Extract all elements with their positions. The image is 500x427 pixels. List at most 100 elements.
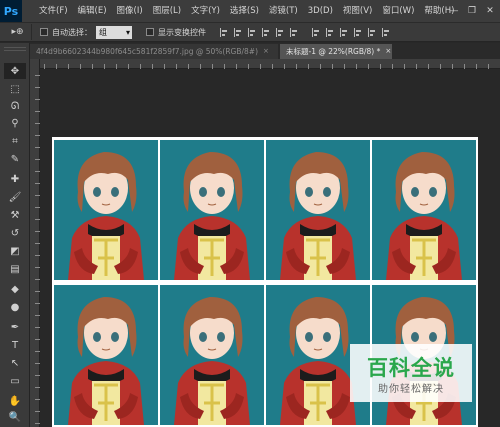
menu-item[interactable]: 图像(I) [112, 0, 148, 22]
ruler-tick [80, 64, 81, 69]
quick-select-tool-icon[interactable]: ⚲ [4, 115, 26, 131]
history-brush-tool-icon[interactable]: ↺ [4, 225, 26, 241]
marquee-tool-icon[interactable]: ⬚ [4, 81, 26, 97]
distribute-left-icon[interactable] [354, 27, 363, 37]
dodge-tool-icon[interactable]: ● [4, 299, 26, 315]
ruler-tick [380, 64, 381, 69]
menu-item[interactable]: 文字(Y) [186, 0, 225, 22]
auto-select-dropdown[interactable]: 组 [96, 25, 132, 39]
ruler-tick [356, 64, 357, 69]
ruler-tick [128, 64, 129, 69]
toolbar-grip[interactable] [4, 47, 26, 51]
align-hcenter-icon[interactable] [276, 27, 285, 37]
auto-select-label: 自动选择： [52, 27, 92, 37]
ruler-tick [35, 207, 40, 208]
restore-button[interactable]: ❐ [464, 3, 480, 19]
shape-tool-icon[interactable]: ▭ [4, 373, 26, 389]
ruler-tick [35, 291, 40, 292]
move-tool-icon[interactable]: ✥ [4, 63, 26, 79]
healing-brush-tool-icon[interactable]: ✚ [4, 171, 26, 187]
hand-tool-icon[interactable]: ✋ [4, 393, 26, 409]
ruler-tick [320, 64, 321, 69]
minimize-button[interactable]: — [446, 3, 462, 19]
crop-tool-icon[interactable]: ⌗ [4, 133, 26, 149]
ruler-tick [35, 279, 40, 280]
gradient-tool-icon[interactable]: ▤ [4, 261, 26, 277]
ruler-tick [35, 183, 40, 184]
ruler-tick [212, 64, 213, 69]
ruler-tick [35, 159, 40, 160]
ruler-tick [35, 255, 40, 256]
ruler-tick [35, 135, 40, 136]
ruler-tick [452, 64, 453, 69]
menu-item[interactable]: 选择(S) [225, 0, 264, 22]
ruler-tick [35, 423, 40, 424]
menu-item[interactable]: 视图(V) [338, 0, 377, 22]
align-vcenter-icon[interactable] [234, 27, 243, 37]
photoshop-logo-icon: Ps [0, 0, 22, 22]
ruler-tick [236, 64, 237, 69]
show-transform-checkbox[interactable] [146, 28, 154, 36]
tab-source-image[interactable]: 4f4d9b6602344b980f645c581f2859f7.jpg @ 5… [30, 44, 278, 59]
ruler-tick [35, 171, 40, 172]
close-button[interactable]: ✕ [482, 3, 498, 19]
tab-untitled[interactable]: 未标题-1 @ 22%(RGB/8) * × [280, 44, 392, 59]
ruler-tick [404, 64, 405, 69]
lasso-tool-icon[interactable]: ᘏ [4, 98, 26, 114]
menu-item[interactable]: 文件(F) [34, 0, 73, 22]
distribute-vcenter-icon[interactable] [326, 27, 335, 37]
menu-item[interactable]: 编辑(E) [73, 0, 112, 22]
align-bottom-icon[interactable] [248, 27, 257, 37]
tool-preset-picker[interactable]: ▸⊕ [4, 24, 32, 40]
ruler-tick [284, 64, 285, 69]
tab-label: 4f4d9b6602344b980f645c581f2859f7.jpg @ 5… [36, 47, 259, 56]
ruler-tick [68, 64, 69, 69]
brush-tool-icon[interactable]: 🖌 [4, 189, 26, 205]
watermark-title: 百科全说 [367, 356, 455, 380]
tab-close-icon[interactable]: × [263, 44, 269, 59]
vertical-ruler[interactable] [30, 59, 40, 427]
distribute-bottom-icon[interactable] [340, 27, 349, 37]
ruler-tick [476, 64, 477, 69]
image-tile [54, 140, 158, 280]
align-right-icon[interactable] [290, 27, 299, 37]
menu-item[interactable]: 图层(L) [148, 0, 186, 22]
window-controls: — ❐ ✕ [444, 0, 498, 22]
align-left-icon[interactable] [262, 27, 271, 37]
eraser-tool-icon[interactable]: ◩ [4, 243, 26, 259]
clone-stamp-tool-icon[interactable]: ⚒ [4, 207, 26, 223]
image-tile [54, 285, 158, 425]
auto-select-checkbox[interactable] [40, 28, 48, 36]
ruler-tick [428, 64, 429, 69]
pen-tool-icon[interactable]: ✒ [4, 319, 26, 335]
menu-item[interactable]: 3D(D) [303, 0, 338, 22]
menu-item[interactable]: 窗口(W) [377, 0, 419, 22]
document-tabs: 4f4d9b6602344b980f645c581f2859f7.jpg @ 5… [30, 43, 500, 59]
distribute-hcenter-icon[interactable] [368, 27, 377, 37]
align-top-icon[interactable] [220, 27, 229, 37]
ruler-tick [35, 99, 40, 100]
ruler-tick [35, 363, 40, 364]
distribute-top-icon[interactable] [312, 27, 321, 37]
eyedropper-tool-icon[interactable]: ✎ [4, 151, 26, 167]
ruler-tick [35, 375, 40, 376]
ruler-tick [35, 87, 40, 88]
ruler-tick [35, 351, 40, 352]
menu-item[interactable]: 滤镜(T) [264, 0, 303, 22]
zoom-tool-icon[interactable]: 🔍 [4, 409, 26, 425]
ruler-tick [368, 64, 369, 69]
blur-tool-icon[interactable]: ◆ [4, 281, 26, 297]
ruler-tick [35, 111, 40, 112]
tab-close-icon[interactable]: × [385, 44, 391, 59]
horizontal-ruler[interactable] [40, 59, 500, 69]
ruler-tick [35, 267, 40, 268]
distribute-right-icon[interactable] [382, 27, 391, 37]
ruler-tick [416, 64, 417, 69]
type-tool-icon[interactable]: T [4, 337, 26, 353]
ruler-tick [140, 64, 141, 69]
image-tile [160, 140, 264, 280]
ruler-tick [176, 64, 177, 69]
ruler-tick [35, 327, 40, 328]
menu-bar: Ps 文件(F) 编辑(E) 图像(I) 图层(L) 文字(Y) 选择(S) 滤镜(T) 3D… [0, 0, 500, 22]
path-select-tool-icon[interactable]: ↖ [4, 355, 26, 371]
